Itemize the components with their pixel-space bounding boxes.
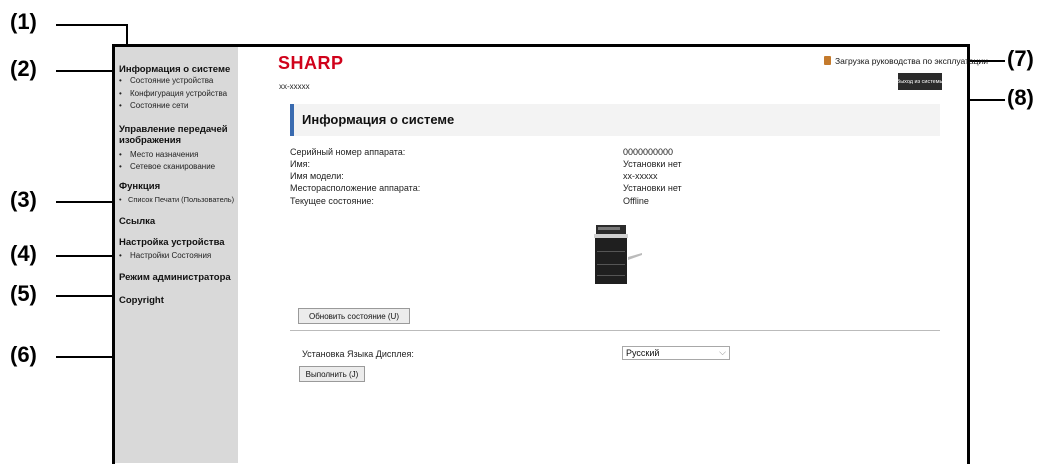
info-label-model: Имя модели: (290, 171, 344, 181)
divider (290, 330, 940, 331)
callout-4: (4) (10, 241, 37, 266)
sidebar-item-label: Состояние устройства (130, 76, 214, 85)
callout-5: (5) (10, 281, 37, 306)
page-title: Информация о системе (302, 112, 455, 127)
callout-7: (7) (1007, 46, 1034, 71)
sidebar-item-image-send[interactable]: Управление передачей изображения (119, 124, 239, 146)
callout-3: (3) (10, 187, 37, 212)
info-value-location: Установки нет (623, 183, 682, 193)
chevron-down-icon: ⌵ (719, 347, 726, 357)
callout-8: (8) (1007, 85, 1034, 110)
leader-line-1 (56, 24, 128, 26)
leader-line-2 (56, 70, 118, 72)
callout-1: (1) (10, 9, 37, 34)
sidebar-item-link[interactable]: Ссылка (119, 216, 239, 227)
language-select[interactable]: Русский ⌵ (622, 346, 730, 360)
info-label-name: Имя: (290, 159, 311, 169)
execute-button[interactable]: Выполнить (J) (299, 366, 365, 382)
model-name: xx-xxxxx (279, 82, 310, 91)
language-select-value: Русский (626, 348, 660, 358)
sidebar-item-device-settings[interactable]: Настройка устройства (119, 237, 239, 248)
sidebar-item-print-list[interactable]: • Список Печати (Пользователь) (119, 195, 234, 205)
language-label: Установка Языка Дисплея: (302, 349, 414, 359)
sidebar-item-label: Состояние сети (130, 101, 189, 110)
sidebar-item-admin-mode[interactable]: Режим администратора (119, 272, 239, 283)
logout-button[interactable]: Выход из системы (897, 73, 943, 90)
sidebar-item-device-status[interactable]: • Состояние устройства (119, 76, 213, 86)
info-label-location: Месторасположение аппарата: (290, 183, 421, 193)
info-value-name: Установки нет (623, 159, 682, 169)
book-icon (824, 56, 831, 65)
sidebar-item-label: Сетевое сканирование (130, 162, 216, 171)
callout-2: (2) (10, 56, 37, 81)
sidebar-item-label: Конфигурация устройства (130, 89, 228, 98)
sidebar-item-copyright[interactable]: Copyright (119, 295, 239, 306)
sidebar-item-status-settings[interactable]: • Настройки Состояния (119, 251, 211, 261)
info-label-status: Текущее состояние: (290, 196, 374, 206)
sidebar-item-label: Список Печати (Пользователь) (128, 195, 235, 204)
printer-image (594, 225, 642, 284)
sidebar-item-label: Место назначения (130, 150, 199, 159)
refresh-status-button[interactable]: Обновить состояние (U) (298, 308, 410, 324)
sidebar-item-network-scan[interactable]: • Сетевое сканирование (119, 162, 215, 172)
sidebar-item-function[interactable]: Функция (119, 181, 239, 192)
info-value-serial: 0000000000 (623, 147, 674, 157)
download-manual-link[interactable]: Загрузка руководства по эксплуатации (824, 56, 988, 66)
info-value-status: Offline (623, 196, 649, 206)
sidebar-item-label: Настройки Состояния (130, 251, 212, 260)
sharp-logo: SHARP (278, 53, 344, 73)
leader-line-4 (56, 255, 119, 257)
sidebar-item-destination[interactable]: • Место назначения (119, 150, 198, 160)
leader-line-3 (56, 201, 119, 203)
info-label-serial: Серийный номер аппарата: (290, 147, 406, 157)
sidebar-item-network-status[interactable]: • Состояние сети (119, 101, 188, 111)
download-manual-label: Загрузка руководства по эксплуатации (835, 56, 988, 66)
info-value-model: xx-xxxxx (623, 171, 658, 181)
callout-6: (6) (10, 342, 37, 367)
sidebar-item-system-info[interactable]: Информация о системе (119, 64, 239, 75)
sidebar-item-device-config[interactable]: • Конфигурация устройства (119, 89, 227, 99)
